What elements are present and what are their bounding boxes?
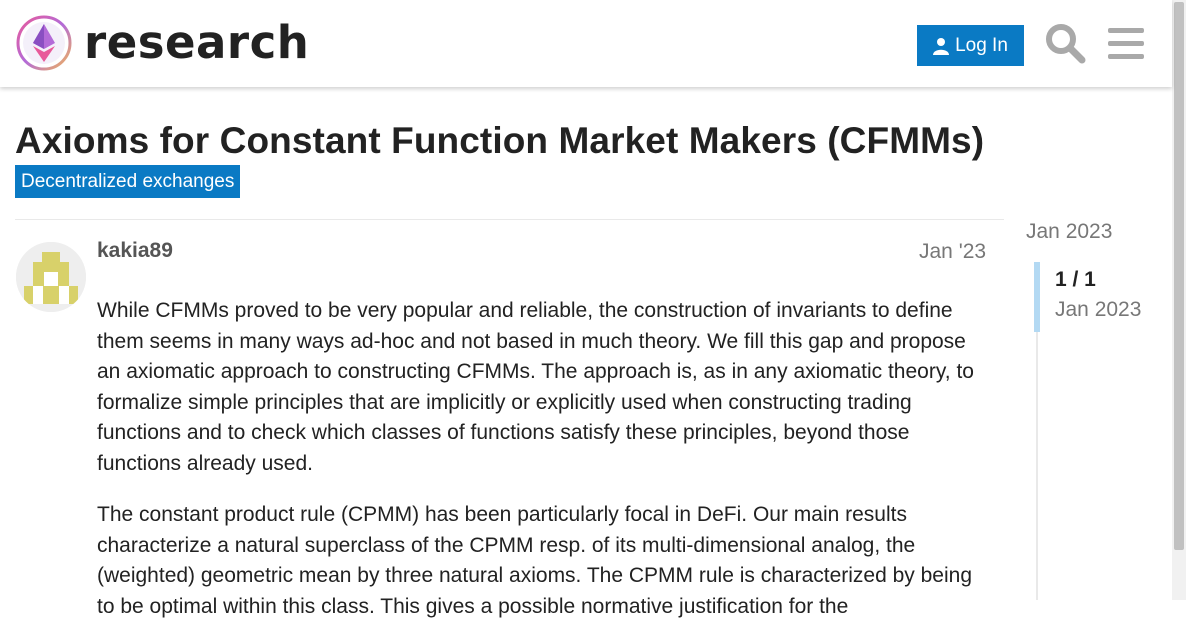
ethereum-research-logo-icon	[16, 15, 72, 71]
avatar[interactable]	[16, 242, 86, 312]
post-username[interactable]: kakia89	[97, 239, 173, 263]
identicon-avatar-icon	[16, 242, 86, 312]
login-label: Log In	[955, 34, 1008, 56]
login-button[interactable]: Log In	[917, 25, 1024, 66]
post-paragraph: The constant product rule (CPMM) has bee…	[97, 503, 973, 618]
category-badge[interactable]: Decentralized exchanges	[15, 165, 241, 198]
page-scrollbar[interactable]	[1172, 0, 1186, 600]
search-icon[interactable]	[1044, 22, 1086, 64]
timeline-handle[interactable]	[1034, 262, 1040, 332]
post-date[interactable]: Jan '23	[919, 240, 986, 264]
site-logo[interactable]: research	[16, 15, 309, 71]
timeline-post-count: 1 / 1	[1055, 268, 1096, 291]
post-paragraph: While CFMMs proved to be very popular an…	[97, 299, 974, 475]
topic-title[interactable]: Axioms for Constant Function Market Make…	[15, 120, 984, 162]
timeline-start-date[interactable]: Jan 2023	[1026, 220, 1112, 244]
hamburger-menu-icon[interactable]	[1106, 24, 1146, 64]
post-body: While CFMMs proved to be very popular an…	[97, 296, 992, 643]
user-icon	[933, 37, 950, 55]
topic-divider	[15, 219, 1004, 220]
timeline-current-date: Jan 2023	[1055, 298, 1142, 321]
scrollbar-thumb[interactable]	[1174, 2, 1184, 550]
site-name: research	[84, 16, 310, 69]
site-header: research Log In	[0, 0, 1172, 87]
